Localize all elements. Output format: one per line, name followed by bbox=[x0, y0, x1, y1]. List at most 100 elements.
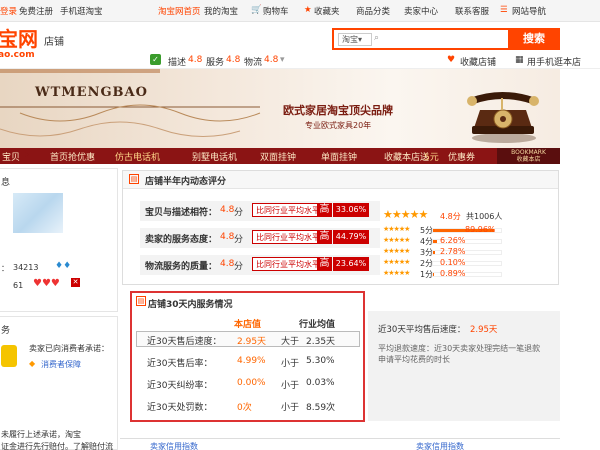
dist-percent: 6.26% bbox=[440, 236, 466, 245]
brand-slogan: 欧式家居淘宝顶尖品牌 bbox=[283, 104, 393, 117]
desc-label: 描述 bbox=[168, 58, 187, 68]
dist-percent: 0.89% bbox=[440, 269, 466, 278]
after-sales-speed-panel: 近30天平均售后速度： 2.95天 平均退款速度：近30天卖家处理完结一笔退款 … bbox=[368, 311, 560, 421]
bookmark-store-button[interactable]: BOOKMARK 收藏本店 bbox=[497, 148, 560, 164]
login-link[interactable]: 登录 bbox=[0, 5, 17, 17]
brand-subtitle: 专业欧式家具20年 bbox=[305, 121, 372, 130]
search-button[interactable]: 搜索 bbox=[508, 28, 560, 50]
service-title: 店铺30天内服务情况 bbox=[148, 300, 233, 310]
summary-total: 共1006人 bbox=[466, 212, 503, 221]
service-row-compare: 小于 bbox=[281, 381, 300, 391]
store-navigation: 宝贝 ▸ 首页抢优惠 仿古电话机 别墅电话机 双面挂钟 单面挂钟 收藏本店送 5… bbox=[0, 148, 560, 164]
service-row-store: 0次 bbox=[237, 403, 252, 413]
rating-row-unit: 分 bbox=[234, 208, 244, 218]
seller-info-panel: 息 ： 34213 ♦♦ 61 ♥♥♥ ✕ bbox=[0, 168, 118, 312]
store-nav-antique-phone[interactable]: 仿古电话机 bbox=[115, 150, 160, 163]
store-rating-strip: ✓ 描述 4.8 服务 4.8 物流 4.8 ▾ ♥ 收藏店铺 ▦ 用手机逛本店 bbox=[0, 52, 600, 69]
cart-icon[interactable]: 🛒 bbox=[251, 5, 262, 15]
logo-text: 宝网 bbox=[0, 27, 38, 51]
rating-row-label: 宝贝与描述相符： bbox=[145, 208, 218, 218]
taobao-home-link[interactable]: 淘宝网首页 bbox=[158, 5, 201, 17]
service-row-average: 8.59次 bbox=[306, 403, 336, 413]
search-icon: ⌕ bbox=[374, 33, 380, 43]
shipping-label: 物流 bbox=[244, 58, 263, 68]
lock-icon bbox=[1, 345, 17, 367]
seller-center-link[interactable]: 卖家中心 bbox=[404, 5, 438, 17]
footnote-line1: 未履行上述承诺，淘宝 bbox=[1, 430, 81, 439]
rating-row-score: 4.8 bbox=[220, 205, 235, 215]
register-link[interactable]: 免费注册 bbox=[19, 5, 53, 17]
summary-stars-icon: ★★★★★ bbox=[383, 208, 428, 221]
favorite-store-link[interactable]: 收藏店铺 bbox=[460, 55, 496, 68]
store-nav-double-clock[interactable]: 双面挂钟 bbox=[260, 150, 296, 163]
customer-service-link[interactable]: 联系客服 bbox=[455, 5, 489, 17]
service-row-label: 近30天售后速度： bbox=[147, 337, 222, 347]
rating-row-compare: 比同行业平均水平 bbox=[252, 257, 324, 271]
service-header-icon: ▤ bbox=[136, 296, 146, 306]
store-nav-villa-phone[interactable]: 别墅电话机 bbox=[192, 150, 237, 163]
bookmark-en: BOOKMARK bbox=[511, 149, 546, 156]
shipping-score: 4.8 bbox=[264, 55, 279, 65]
rating-row-compare: 比同行业平均水平 bbox=[252, 230, 324, 244]
dist-percent: 0.10% bbox=[440, 258, 466, 267]
heart-icon: ♥ bbox=[447, 55, 456, 65]
my-taobao-link[interactable]: 我的淘宝 bbox=[204, 5, 238, 17]
service-row-store: 2.95天 bbox=[237, 337, 267, 347]
consumer-promise-panel: 务 卖家已向消费者承诺： ◆ 消费者保障 未履行上述承诺，淘宝 证金进行先行赔付… bbox=[0, 316, 118, 450]
rating-row-direction: 高 bbox=[317, 203, 332, 217]
after-sales-value: 2.95天 bbox=[470, 325, 498, 335]
rating-row-score: 4.8 bbox=[220, 259, 235, 269]
rating-row-percent: 44.79% bbox=[333, 230, 369, 244]
rating-row-score: 4.8 bbox=[220, 232, 235, 242]
dist-stars-icon: ★★★★★ bbox=[383, 247, 410, 255]
badge-icon: ✕ bbox=[71, 278, 80, 287]
rating-row-percent: 23.64% bbox=[333, 257, 369, 271]
service-label: 服务 bbox=[206, 58, 225, 68]
chevron-down-icon[interactable]: ▾ bbox=[280, 55, 285, 65]
dist-bar-fill bbox=[433, 251, 435, 254]
star-icon[interactable]: ★ bbox=[304, 5, 312, 15]
categories-link[interactable]: 商品分类 bbox=[356, 5, 390, 17]
service-row-average: 0.03% bbox=[306, 378, 335, 388]
desc-score: 4.8 bbox=[188, 55, 203, 65]
dynamic-rating-title: 店铺半年内动态评分 bbox=[145, 177, 227, 187]
store-heading: 店铺 bbox=[44, 37, 64, 48]
qr-icon: ▦ bbox=[515, 55, 524, 65]
shield-icon: ◆ bbox=[29, 359, 36, 368]
footnote-line2[interactable]: 证金进行先行赔付。了解赔付流程 bbox=[1, 441, 117, 450]
bookmark-cn: 收藏本店 bbox=[516, 156, 541, 163]
store-nav-single-clock[interactable]: 单面挂钟 bbox=[321, 150, 357, 163]
mobile-store-link[interactable]: 用手机逛本店 bbox=[527, 55, 581, 68]
service-row-label: 近30天售后率： bbox=[147, 359, 213, 369]
consumer-guarantee-link[interactable]: 消费者保障 bbox=[41, 359, 81, 370]
mobile-taobao-link[interactable]: 手机逛淘宝 bbox=[60, 5, 103, 17]
summary-score: 4.8分 bbox=[440, 212, 461, 221]
heart-level-icon: ♥♥♥ bbox=[33, 278, 60, 289]
service-row-label: 近30天处罚数： bbox=[147, 403, 213, 413]
dist-stars-icon: ★★★★★ bbox=[383, 269, 410, 277]
industry-average-header: 行业均值 bbox=[299, 320, 336, 330]
buyer-credit-points: 61 bbox=[13, 281, 24, 290]
service-score: 4.8 bbox=[226, 55, 241, 65]
coupon-label: 优惠券 bbox=[448, 153, 476, 163]
cart-link[interactable]: 购物车 bbox=[263, 5, 289, 17]
rating-row-direction: 高 bbox=[317, 230, 332, 244]
store-nav-items[interactable]: 宝贝 bbox=[2, 150, 20, 163]
store-value-header: 本店值 bbox=[234, 320, 262, 330]
search-scope-select[interactable]: 淘宝▾ bbox=[338, 33, 372, 46]
rating-row-compare: 比同行业平均水平 bbox=[252, 203, 324, 217]
store-nav-deals[interactable]: 首页抢优惠 bbox=[50, 150, 95, 163]
grid-icon[interactable]: ☰ bbox=[500, 5, 508, 15]
blurred-seller-avatar bbox=[13, 193, 63, 233]
credit-index-right: 卖家信用指数 bbox=[416, 442, 464, 450]
top-navigation-bar: 登录 免费注册 手机逛淘宝 淘宝网首页 我的淘宝 🛒 购物车 ★ 收藏夹 商品分… bbox=[0, 0, 600, 22]
seller-credit-points: 34213 bbox=[13, 263, 39, 272]
rating-row-direction: 高 bbox=[317, 257, 332, 271]
diamond-level-icon: ♦♦ bbox=[55, 261, 72, 271]
dynamic-rating-header: ▤ 店铺半年内动态评分 bbox=[123, 171, 558, 189]
favorites-link[interactable]: 收藏夹 bbox=[314, 5, 340, 17]
rating-row-label: 物流服务的质量： bbox=[145, 262, 218, 272]
store-nav-coupon[interactable]: 收藏本店送 bbox=[384, 150, 429, 163]
site-nav-link[interactable]: 网站导航 bbox=[512, 5, 546, 17]
service-row-label: 近30天纠纷率： bbox=[147, 381, 213, 391]
